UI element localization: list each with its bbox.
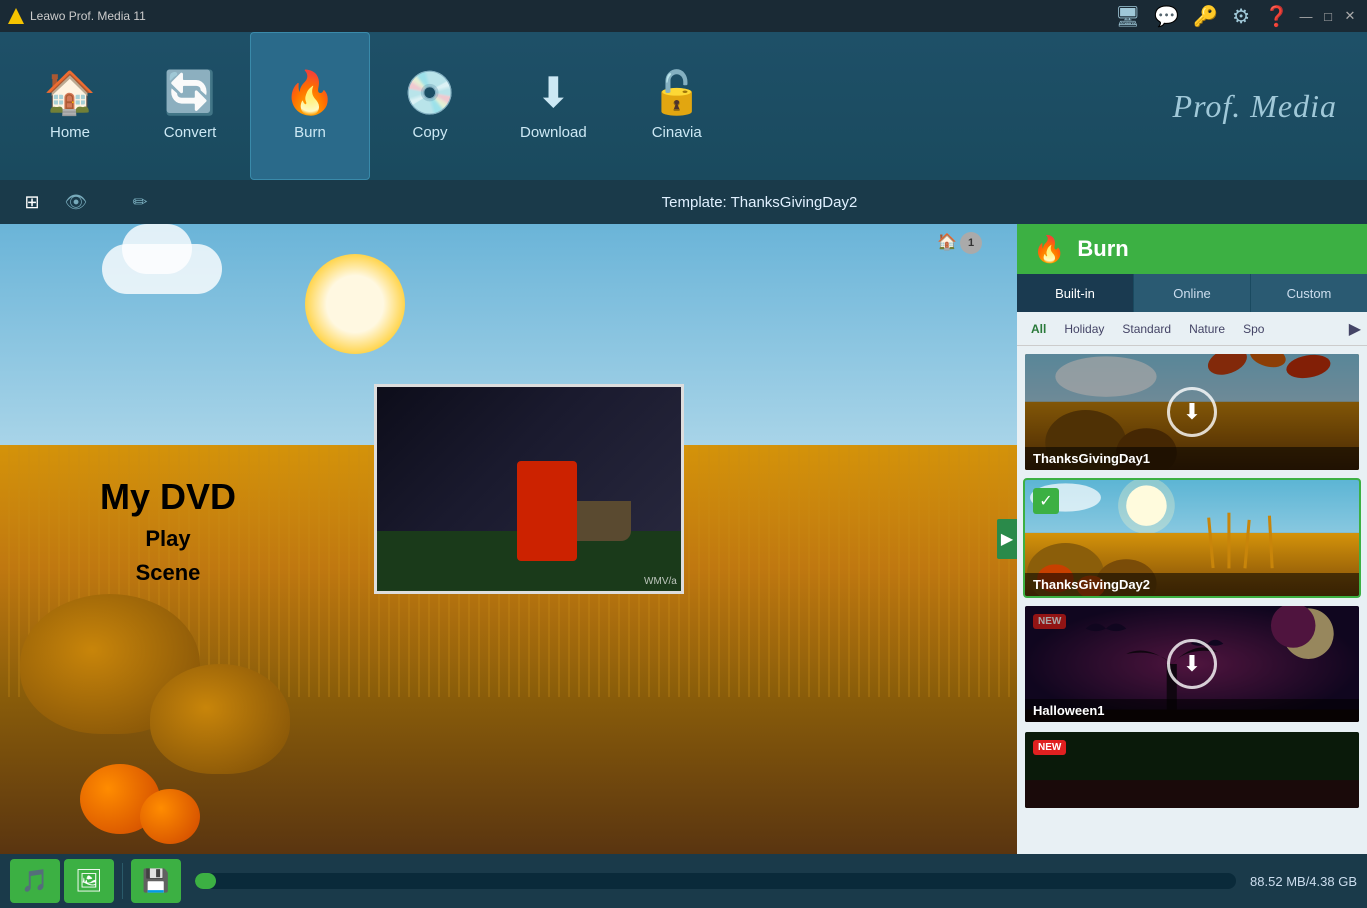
preview-area: My DVD Play Scene WMV/a 🏠 1 ▶ [0, 224, 1017, 854]
disc-button[interactable]: 💾 [131, 859, 181, 903]
minimize-button[interactable]: — [1297, 7, 1315, 25]
filter-sports[interactable]: Spo [1235, 320, 1272, 338]
burn-header-icon: 🔥 [1033, 234, 1065, 265]
maximize-button[interactable]: □ [1319, 7, 1337, 25]
main-content: My DVD Play Scene WMV/a 🏠 1 ▶ [0, 224, 1367, 854]
burn-icon: 🔥 [284, 72, 336, 114]
preview-badge: 1 [960, 232, 982, 254]
template-card-thanksgiving1[interactable]: ⬇ ThanksGivingDay1 [1023, 352, 1361, 472]
preview-home-icon: 🏠 [937, 232, 957, 252]
sun [305, 254, 405, 354]
download-icon: ⬇ [536, 72, 571, 114]
window-controls: — □ ✕ [1297, 7, 1359, 25]
tab-online[interactable]: Online [1134, 274, 1251, 312]
progress-fill [195, 873, 216, 889]
eye-button[interactable]: 👁 [54, 184, 98, 220]
download-label: Download [520, 124, 587, 141]
copy-icon: 💿 [404, 72, 456, 114]
video-watermark: WMV/a [644, 576, 677, 587]
template-tabs: Built-in Online Custom [1017, 274, 1367, 312]
copy-label: Copy [412, 124, 447, 141]
haystack-2 [150, 664, 290, 774]
video-thumbnail: WMV/a [374, 384, 684, 594]
template-card-halloween2[interactable]: NEW [1023, 730, 1361, 810]
dvd-scene-label: Scene [100, 560, 236, 586]
video-inner: WMV/a [377, 387, 681, 591]
filter-nature[interactable]: Nature [1181, 320, 1233, 338]
app-title: Leawo Prof. Media 11 [30, 9, 1115, 23]
template-label: Template: ThanksGivingDay2 [162, 194, 1357, 211]
status-bar: 🎵 🖼 💾 88.52 MB/4.38 GB [0, 854, 1367, 908]
main-toolbar: 🏠 Home 🔄 Convert 🔥 Burn 💿 Copy ⬇ Downloa… [0, 32, 1367, 180]
download-circle-1: ⬇ [1167, 387, 1217, 437]
toolbar-item-burn[interactable]: 🔥 Burn [250, 32, 370, 180]
arrow-sep [102, 184, 118, 220]
convert-label: Convert [164, 124, 217, 141]
close-button[interactable]: ✕ [1341, 7, 1359, 25]
toolbar-item-home[interactable]: 🏠 Home [10, 32, 130, 180]
settings-icon[interactable]: ⚙ [1232, 4, 1250, 29]
home-icon: 🏠 [44, 72, 96, 114]
burn-header: 🔥 Burn [1017, 224, 1367, 274]
cinavia-icon: 🔓 [651, 72, 703, 114]
collapse-panel-button[interactable]: ▶ [997, 519, 1017, 559]
template-card-halloween1[interactable]: NEW ⬇ Halloween1 [1023, 604, 1361, 724]
tab-custom[interactable]: Custom [1251, 274, 1367, 312]
toolbar-item-download[interactable]: ⬇ Download [490, 32, 617, 180]
convert-icon: 🔄 [164, 72, 216, 114]
cloud [102, 244, 222, 294]
template-name-1: ThanksGivingDay1 [1025, 447, 1359, 470]
app-icon [8, 8, 24, 24]
secondary-toolbar: ⊞ 👁 ✏ Template: ThanksGivingDay2 [0, 180, 1367, 224]
template-check-2: ✓ [1033, 488, 1059, 514]
title-bar: Leawo Prof. Media 11 🖥 💬 🔑 ⚙ ❓ — □ ✕ [0, 0, 1367, 32]
templates-list: ⬇ ThanksGivingDay1 [1017, 346, 1367, 854]
photo-button[interactable]: 🖼 [64, 859, 114, 903]
key-icon[interactable]: 🔑 [1193, 4, 1218, 29]
chat-icon[interactable]: 💬 [1154, 4, 1179, 29]
dvd-title-area: My DVD Play Scene [100, 476, 236, 586]
filter-holiday[interactable]: Holiday [1056, 320, 1112, 338]
dvd-main-title: My DVD [100, 476, 236, 518]
logo-text: Prof. Media [1173, 88, 1337, 125]
tab-built-in[interactable]: Built-in [1017, 274, 1134, 312]
burn-header-label: Burn [1077, 236, 1128, 262]
edit-button[interactable]: ✏ [118, 184, 162, 220]
cinavia-label: Cinavia [652, 124, 702, 141]
filter-standard[interactable]: Standard [1114, 320, 1179, 338]
dvd-play-label: Play [100, 526, 236, 552]
progress-bar [195, 873, 1236, 889]
template-name-3: Halloween1 [1025, 699, 1359, 722]
filter-more-button[interactable]: ▶ [1349, 319, 1361, 339]
filter-row: All Holiday Standard Nature Spo ▶ [1017, 312, 1367, 346]
download-circle-3: ⬇ [1167, 639, 1217, 689]
help-icon[interactable]: ❓ [1264, 4, 1289, 29]
toolbar-item-copy[interactable]: 💿 Copy [370, 32, 490, 180]
video-figure [517, 461, 577, 561]
filter-all[interactable]: All [1023, 320, 1054, 338]
logo-area: Prof. Media [737, 32, 1357, 180]
dvd-background: My DVD Play Scene WMV/a 🏠 1 ▶ [0, 224, 1017, 854]
status-divider [122, 863, 123, 899]
new-badge-halloween2: NEW [1033, 740, 1066, 755]
burn-label: Burn [294, 124, 326, 141]
template-card-thanksgiving2[interactable]: ✓ ThanksGivingDay2 [1023, 478, 1361, 598]
toolbar-item-convert[interactable]: 🔄 Convert [130, 32, 250, 180]
halloween2-bg [1025, 732, 1359, 808]
storage-info: 88.52 MB/4.38 GB [1250, 874, 1357, 889]
pumpkin-2 [140, 789, 200, 844]
toolbar-item-cinavia[interactable]: 🔓 Cinavia [617, 32, 737, 180]
grid-view-button[interactable]: ⊞ [10, 184, 54, 220]
right-panel: 🔥 Burn Built-in Online Custom All Holida… [1017, 224, 1367, 854]
template-name-2: ThanksGivingDay2 [1025, 573, 1359, 596]
music-button[interactable]: 🎵 [10, 859, 60, 903]
amd-icon[interactable]: 🖥 [1115, 4, 1140, 29]
home-label: Home [50, 124, 90, 141]
